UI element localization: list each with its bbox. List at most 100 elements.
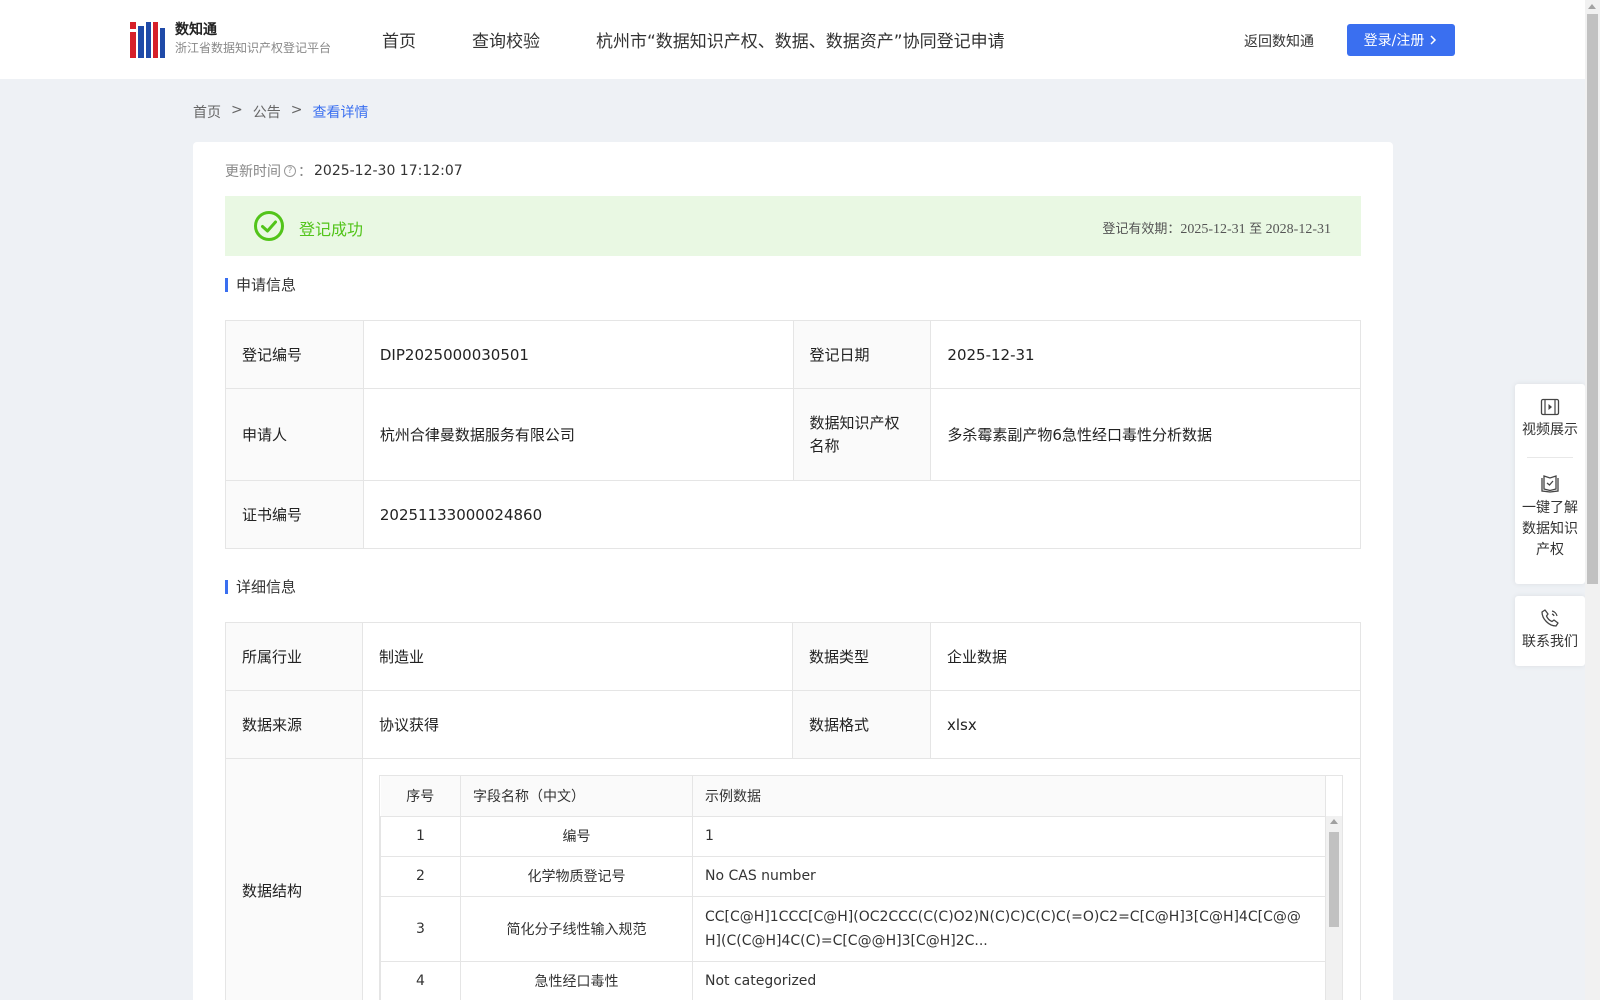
structure-row: 2 化学物质登记号 No CAS number <box>380 855 1326 897</box>
structure-row: 3 简化分子线性输入规范 CC[C@H]1CCC[C@H](OC2CCC(C(C… <box>380 895 1326 962</box>
data-type-label: 数据类型 <box>791 622 931 691</box>
table-row: 数据来源 协议获得 数据格式 xlsx <box>225 690 1362 759</box>
video-button[interactable]: 视频展示 <box>1515 384 1585 441</box>
reg-date-value: 2025-12-31 <box>930 320 1361 389</box>
cell-field: 化学物质登记号 <box>460 855 693 897</box>
section-detail-title: 详细信息 <box>225 576 296 597</box>
check-circle-icon <box>254 211 284 241</box>
logo-mark-icon <box>130 22 165 58</box>
logo-subtitle: 浙江省数据知识产权登记平台 <box>175 41 332 55</box>
book-icon <box>1541 475 1559 493</box>
structure-cell: 序号 字段名称（中文） 示例数据 1 编号 1 2 化学物质登记号 No CAS… <box>362 758 1361 1000</box>
structure-row: 4 急性经口毒性 Not categorized <box>380 960 1326 1000</box>
cell-example: CC[C@H]1CCC[C@H](OC2CCC(C(C)O2)N(C)C)C(C… <box>692 895 1326 962</box>
logo-title: 数知通 <box>175 22 217 38</box>
nav-query[interactable]: 查询校验 <box>472 27 540 52</box>
section-application-label: 申请信息 <box>236 276 297 294</box>
breadcrumb: 首页 > 公告 > 查看详情 <box>193 102 378 122</box>
structure-table: 序号 字段名称（中文） 示例数据 1 编号 1 2 化学物质登记号 No CAS… <box>380 776 1326 1000</box>
validity-label: 登记有效期： <box>1102 222 1181 237</box>
structure-header-row: 序号 字段名称（中文） 示例数据 <box>380 776 1326 817</box>
page-scroll-thumb[interactable] <box>1587 14 1598 584</box>
validity-period: 登记有效期：2025-12-31 至 2028-12-31 <box>1102 218 1331 238</box>
structure-row: 1 编号 1 <box>380 815 1326 857</box>
video-label: 视频展示 <box>1522 422 1578 438</box>
cell-no: 3 <box>380 895 461 962</box>
section-marker <box>225 579 228 594</box>
section-detail-label: 详细信息 <box>236 578 297 596</box>
help-icon[interactable]: ? <box>284 165 296 177</box>
breadcrumb-home[interactable]: 首页 <box>193 102 221 122</box>
cell-field: 编号 <box>460 815 693 857</box>
structure-scroll-thumb[interactable] <box>1329 832 1339 927</box>
main-nav: 首页 查询校验 杭州市“数据知识产权、数据、数据资产”协同登记申请 <box>382 27 1061 52</box>
learn-ip-label-3: 产权 <box>1536 542 1564 558</box>
source-label: 数据来源 <box>225 690 363 759</box>
application-table: 登记编号 DIP2025000030501 登记日期 2025-12-31 申请… <box>225 320 1362 549</box>
nav-hangzhou-register[interactable]: 杭州市“数据知识产权、数据、数据资产”协同登记申请 <box>596 27 1005 52</box>
breadcrumb-current: 查看详情 <box>312 105 369 121</box>
site-logo[interactable]: 数知通 浙江省数据知识产权登记平台 <box>130 20 331 58</box>
status-banner: 登记成功 登记有效期：2025-12-31 至 2028-12-31 <box>225 196 1361 256</box>
structure-label: 数据结构 <box>225 758 363 1000</box>
float-panel-contact: 联系我们 <box>1515 596 1585 666</box>
reg-date-label: 登记日期 <box>792 320 932 389</box>
update-time-colon: ： <box>298 164 312 180</box>
login-label: 登录/注册 <box>1363 33 1425 49</box>
format-value: xlsx <box>929 690 1362 759</box>
cell-no: 4 <box>380 960 461 1000</box>
page-scroll-up-icon[interactable] <box>1588 4 1596 9</box>
page-scrollbar[interactable] <box>1585 0 1600 1000</box>
col-header-no: 序号 <box>380 776 461 817</box>
status-text: 登记成功 <box>299 220 364 239</box>
cell-field: 急性经口毒性 <box>460 960 693 1000</box>
learn-ip-label-2: 数据知识 <box>1522 521 1578 537</box>
applicant-label: 申请人 <box>225 388 364 481</box>
cell-no: 1 <box>380 815 461 857</box>
learn-ip-button[interactable]: 一键了解 数据知识 产权 <box>1515 458 1585 561</box>
cell-example: 1 <box>692 815 1326 857</box>
cell-field: 简化分子线性输入规范 <box>460 895 693 962</box>
phone-icon <box>1541 609 1559 627</box>
col-header-field: 字段名称（中文） <box>460 776 693 817</box>
detail-card: 更新时间 ? ： 2025-12-30 17:12:07 登记成功 登记有效期：… <box>193 142 1393 1000</box>
cell-example: No CAS number <box>692 855 1326 897</box>
breadcrumb-separator: > <box>231 102 243 118</box>
breadcrumb-separator: > <box>290 102 303 118</box>
data-type-value: 企业数据 <box>929 622 1362 691</box>
reg-no-label: 登记编号 <box>225 320 364 389</box>
contact-label: 联系我们 <box>1522 634 1578 650</box>
validity-from: 2025-12-31 <box>1180 222 1246 237</box>
nav-home[interactable]: 首页 <box>382 27 416 52</box>
chevron-right-icon <box>1430 35 1437 45</box>
contact-button[interactable]: 联系我们 <box>1515 596 1585 653</box>
applicant-value: 杭州合律曼数据服务有限公司 <box>362 388 794 481</box>
structure-table-container[interactable]: 序号 字段名称（中文） 示例数据 1 编号 1 2 化学物质登记号 No CAS… <box>379 775 1343 1000</box>
login-register-button[interactable]: 登录/注册 <box>1347 24 1455 56</box>
scroll-up-arrow-icon[interactable] <box>1330 819 1338 824</box>
section-marker <box>225 277 228 292</box>
update-time-label: 更新时间 <box>225 164 281 180</box>
ip-name-label: 数据知识产权名称 <box>792 388 932 481</box>
format-label: 数据格式 <box>791 690 931 759</box>
table-row: 数据结构 序号 字段名称（中文） 示例数据 1 编号 1 2 化学物质登记号 N… <box>225 758 1361 1000</box>
cert-no-value: 20251133000024860 <box>362 480 1362 549</box>
video-icon <box>1540 398 1560 416</box>
float-panel-top: 视频展示 一键了解 数据知识 产权 <box>1515 384 1585 584</box>
source-value: 协议获得 <box>362 690 793 759</box>
col-header-example: 示例数据 <box>692 776 1326 817</box>
detail-table: 所属行业 制造业 数据类型 企业数据 数据来源 协议获得 数据格式 xlsx 数… <box>225 622 1362 1000</box>
validity-to: 2028-12-31 <box>1265 222 1331 237</box>
structure-scrollbar[interactable] <box>1326 816 1342 1000</box>
back-link[interactable]: 返回数知通 <box>1244 31 1314 51</box>
table-row: 所属行业 制造业 数据类型 企业数据 <box>225 622 1362 691</box>
table-row: 申请人 杭州合律曼数据服务有限公司 数据知识产权名称 多杀霉素副产物6急性经口毒… <box>225 388 1361 481</box>
reg-no-value: DIP2025000030501 <box>362 320 794 389</box>
update-time-value: 2025-12-30 17:12:07 <box>314 163 463 179</box>
ip-name-value: 多杀霉素副产物6急性经口毒性分析数据 <box>930 388 1361 481</box>
validity-to-word: 至 <box>1249 222 1263 237</box>
cert-no-label: 证书编号 <box>225 480 364 549</box>
learn-ip-label-1: 一键了解 <box>1522 500 1578 516</box>
breadcrumb-notice[interactable]: 公告 <box>253 102 281 122</box>
top-header: 数知通 浙江省数据知识产权登记平台 首页 查询校验 杭州市“数据知识产权、数据、… <box>0 0 1585 79</box>
